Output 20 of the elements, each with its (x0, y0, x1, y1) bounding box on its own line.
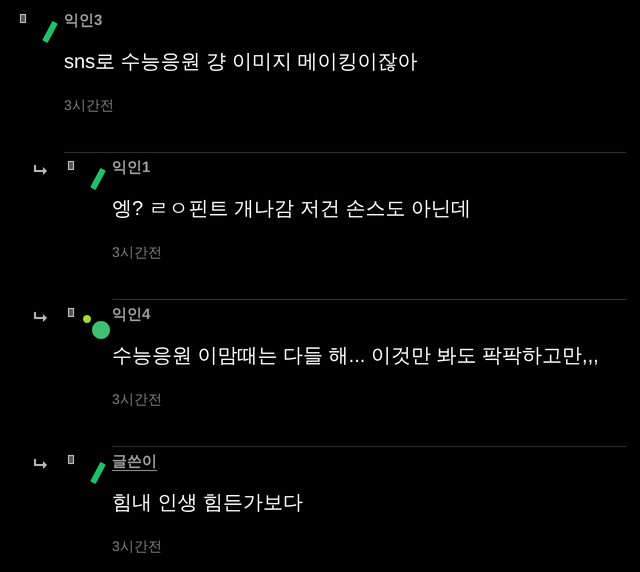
badge-icon (20, 14, 26, 23)
avatar-drawing (82, 314, 110, 340)
reply-arrow-icon (34, 458, 48, 470)
comment-text: sns로 수능응원 걍 이미지 메이킹이잖아 (64, 50, 418, 74)
badge-icon (68, 308, 74, 317)
badge-icon (68, 455, 74, 464)
comment-text: 엥? ㄹㅇ핀트 개나감 저건 손스도 아닌데 (112, 196, 472, 222)
comment-text: 힘내 인생 힘든가보다 (112, 490, 304, 516)
badge-icon (68, 161, 74, 170)
comment-text: 수능응원 이맘때는 다들 해... 이것만 봐도 팍팍하고만,,, (112, 344, 600, 368)
comment-time: 3시간전 (112, 390, 162, 408)
author-name: 글쓴이 (112, 452, 157, 472)
comment-time: 3시간전 (112, 242, 162, 262)
author-name: 익인4 (112, 305, 150, 325)
author-name: 익인3 (64, 11, 102, 31)
comment-time: 3시간전 (64, 96, 114, 114)
author-name: 익인1 (112, 158, 150, 178)
comment-time: 3시간전 (112, 536, 162, 556)
reply-arrow-icon (34, 311, 48, 323)
reply-arrow-icon (34, 164, 48, 176)
